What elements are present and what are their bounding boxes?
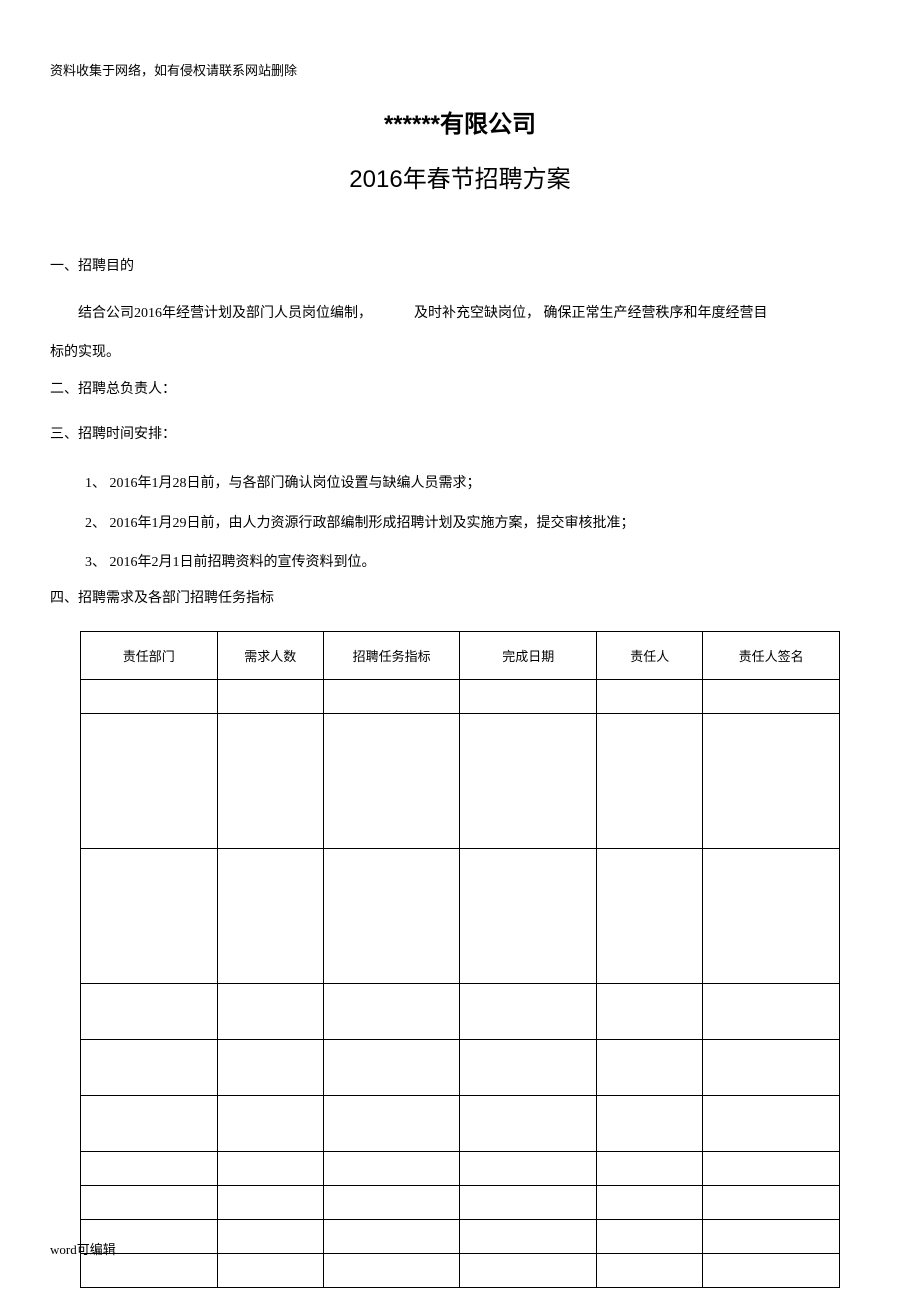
table-row [81,1096,840,1152]
schedule-item-2: 2、 2016年1月29日前，由人力资源行政部编制形成招聘计划及实施方案，提交审… [50,507,870,541]
header-date: 完成日期 [460,632,597,680]
section-1-heading: 一、招聘目的 [50,254,870,279]
table-row [81,984,840,1040]
table-header-row: 责任部门 需求人数 招聘任务指标 完成日期 责任人 责任人签名 [81,632,840,680]
recruitment-table: 责任部门 需求人数 招聘任务指标 完成日期 责任人 责任人签名 [80,631,840,1288]
document-title: 2016年春节招聘方案 [50,159,870,194]
schedule-item-3: 3、 2016年2月1日前招聘资料的宣传资料到位。 [50,546,870,580]
table-row [81,1152,840,1186]
schedule-item-1: 1、 2016年1月28日前，与各部门确认岗位设置与缺编人员需求； [50,467,870,501]
section-1-paragraph-cont: 标的实现。 [50,338,870,369]
table-row [81,1220,840,1254]
table-row [81,1040,840,1096]
section-3-heading: 三、招聘时间安排： [50,422,870,447]
section-1-text-b: 及时补充空缺岗位， 确保正常生产经营秩序和年度经营目 [414,306,768,321]
table-row [81,680,840,714]
header-disclaimer: 资料收集于网络，如有侵权请联系网站删除 [50,60,870,79]
table-row [81,849,840,984]
section-2-heading: 二、招聘总负责人： [50,377,870,402]
header-person: 责任人 [597,632,703,680]
company-title: ******有限公司 [50,104,870,139]
table-row [81,714,840,849]
table-row [81,1254,840,1288]
header-task: 招聘任务指标 [323,632,460,680]
header-signature: 责任人签名 [703,632,840,680]
section-4-heading: 四、招聘需求及各部门招聘任务指标 [50,586,870,611]
section-1-paragraph: 结合公司2016年经营计划及部门人员岗位编制， 及时补充空缺岗位， 确保正常生产经… [50,299,870,330]
recruitment-table-container: 责任部门 需求人数 招聘任务指标 完成日期 责任人 责任人签名 [80,631,840,1288]
header-department: 责任部门 [81,632,218,680]
footer-note: word可编辑 [50,1239,116,1258]
table-row [81,1186,840,1220]
header-demand: 需求人数 [217,632,323,680]
section-1-text-a: 结合公司2016年经营计划及部门人员岗位编制， [78,306,372,321]
